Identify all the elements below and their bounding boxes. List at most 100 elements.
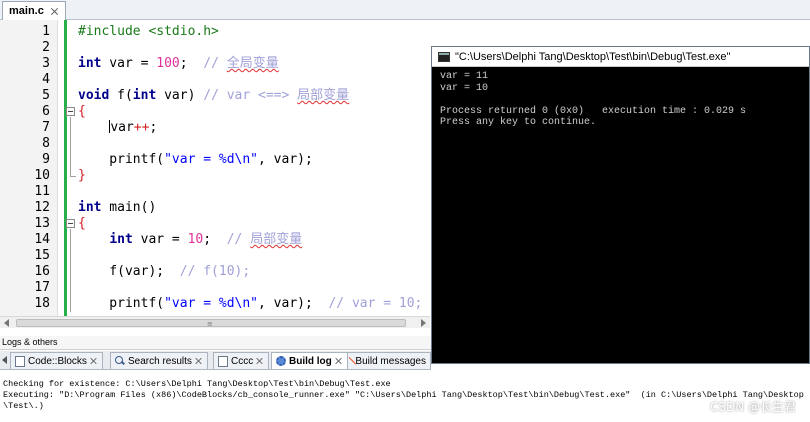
- line-number: 10: [34, 168, 50, 183]
- code-text[interactable]: }: [78, 168, 86, 184]
- line-number: 18: [34, 296, 50, 311]
- line-number: 15: [34, 248, 50, 263]
- line-number: 8: [42, 136, 50, 151]
- close-icon[interactable]: [195, 357, 203, 365]
- console-line: var = 10: [440, 82, 489, 94]
- code-token: "var = %d\n": [164, 296, 259, 311]
- code-token: var =: [101, 56, 157, 71]
- code-token: // var = 10;: [328, 296, 423, 311]
- line-number: 6: [42, 104, 50, 119]
- code-token: main(): [101, 200, 157, 215]
- line-number: 16: [34, 264, 50, 279]
- log-line: Checking for existence: C:\Users\Delphi …: [3, 379, 391, 389]
- search-icon: [115, 356, 125, 366]
- code-token: ;: [203, 232, 227, 247]
- code-text[interactable]: f(var); // f(10);: [78, 264, 250, 280]
- code-text[interactable]: var++;: [78, 120, 157, 136]
- tab-code-blocks[interactable]: Code::Blocks: [10, 352, 103, 369]
- code-line: 1 #include <stdio.h>: [0, 24, 430, 40]
- document-icon: [218, 355, 228, 367]
- code-token: "var = %d\n": [164, 152, 259, 167]
- horizontal-scrollbar[interactable]: ≡: [0, 316, 430, 328]
- line-number: 1: [42, 24, 50, 39]
- code-line: 12 int main(): [0, 200, 430, 216]
- close-icon[interactable]: [335, 357, 343, 365]
- code-token: var): [156, 88, 204, 103]
- line-number: 11: [34, 184, 50, 199]
- console-window[interactable]: "C:\Users\Delphi Tang\Desktop\Test\bin\D…: [431, 46, 810, 364]
- code-text[interactable]: {: [78, 104, 86, 120]
- code-text[interactable]: {: [78, 216, 86, 232]
- code-line: 7 var++;: [0, 120, 430, 136]
- fold-toggle-icon[interactable]: [66, 107, 75, 116]
- code-text[interactable]: printf("var = %d\n", var); // var = 10;: [78, 296, 422, 312]
- line-number: 14: [34, 232, 50, 247]
- tab-label: Cccc: [231, 355, 254, 367]
- build-log-output[interactable]: Checking for existence: C:\Users\Delphi …: [0, 371, 810, 422]
- code-token: 局部变量: [250, 232, 303, 247]
- log-line: \Test\.): [3, 401, 44, 411]
- scroll-left-arrow-icon[interactable]: [4, 319, 9, 327]
- code-token: ++: [133, 120, 150, 135]
- scroll-right-arrow-icon[interactable]: [421, 319, 426, 327]
- tab-search-results[interactable]: Search results: [110, 352, 208, 369]
- code-line: 5 void f(int var) // var <==> 局部变量: [0, 88, 430, 104]
- editor-tab-main-c[interactable]: main.c: [2, 1, 66, 20]
- code-token: printf(: [78, 152, 165, 167]
- code-line: 3 int var = 100; // 全局变量: [0, 56, 430, 72]
- editor-tab-strip: main.c: [0, 0, 810, 20]
- scrollbar-thumb[interactable]: ≡: [16, 319, 406, 328]
- code-token: }: [78, 168, 86, 183]
- log-line: Executing: "D:\Program Files (x86)\CodeB…: [3, 390, 804, 400]
- fold-toggle-icon[interactable]: [66, 219, 75, 228]
- code-line: 8: [0, 136, 430, 152]
- tab-build-log[interactable]: Build log: [271, 352, 348, 369]
- close-icon[interactable]: [50, 7, 59, 16]
- tab-label: Code::Blocks: [28, 355, 87, 367]
- tab-label: Search results: [128, 355, 192, 367]
- code-token: {: [78, 216, 86, 231]
- console-line: var = 11: [440, 71, 489, 82]
- console-output: var = 11 var = 10 Process returned 0 (0x…: [440, 71, 800, 129]
- code-text[interactable]: void f(int var) // var <==> 局部变量: [78, 88, 349, 104]
- tab-build-messages[interactable]: Build messages: [347, 352, 431, 369]
- gear-icon: [276, 356, 286, 366]
- close-icon[interactable]: [256, 357, 264, 365]
- code-line: 11: [0, 184, 430, 200]
- code-text[interactable]: printf("var = %d\n", var);: [78, 152, 313, 168]
- code-token: , var);: [258, 152, 313, 167]
- code-line: 17: [0, 280, 430, 296]
- fold-guide: [70, 229, 71, 312]
- line-number: 13: [34, 216, 50, 231]
- line-number: 4: [42, 72, 50, 87]
- code-token: #include <stdio.h>: [78, 24, 219, 39]
- code-token: int: [109, 232, 133, 247]
- code-token: var: [110, 120, 134, 135]
- close-icon[interactable]: [90, 357, 98, 365]
- watermark: CSDN @长生君: [709, 400, 796, 414]
- console-line: Process returned 0 (0x0) execution time …: [440, 105, 747, 117]
- line-number: 7: [42, 120, 50, 135]
- code-token: int: [78, 200, 102, 215]
- line-number: 9: [42, 152, 50, 167]
- tab-scroll-left-icon[interactable]: [2, 356, 7, 364]
- code-token: ;: [179, 56, 204, 71]
- console-app-icon: [438, 51, 450, 62]
- code-token: 10: [187, 232, 204, 247]
- code-token: 100: [156, 56, 180, 71]
- logs-tab-bar: Code::Blocks Search results Cccc Build l…: [0, 351, 431, 370]
- line-number: 12: [34, 200, 50, 215]
- code-text[interactable]: int main(): [78, 200, 156, 216]
- code-editor[interactable]: 1 #include <stdio.h> 2 3 int var = 100; // 全…: [0, 20, 430, 316]
- code-text[interactable]: #include <stdio.h>: [78, 24, 219, 40]
- code-text[interactable]: int var = 100; // 全局变量: [78, 56, 279, 72]
- code-token: f(var);: [78, 264, 180, 279]
- console-line: Press any key to continue.: [440, 117, 597, 128]
- console-title-bar[interactable]: "C:\Users\Delphi Tang\Desktop\Test\bin\D…: [432, 47, 809, 67]
- tab-label: Build messages: [355, 355, 426, 367]
- tab-cccc[interactable]: Cccc: [213, 352, 270, 369]
- code-text[interactable]: int var = 10; // 局部变量: [78, 232, 302, 248]
- line-number: 5: [42, 88, 50, 103]
